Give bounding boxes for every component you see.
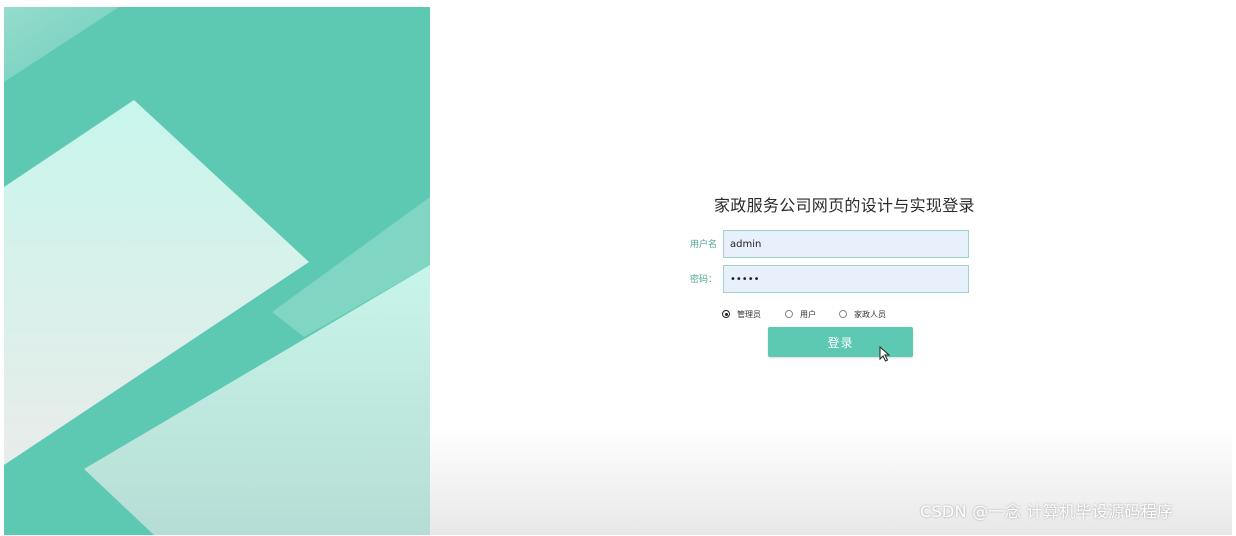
- username-label: 用户名: [689, 240, 717, 250]
- role-option-housekeeper[interactable]: 家政人员: [839, 306, 886, 322]
- mouse-cursor-icon: [879, 346, 891, 362]
- radio-checked-icon[interactable]: [722, 310, 730, 318]
- username-row: 用户名: [667, 230, 969, 260]
- role-option-user[interactable]: 用户: [785, 306, 816, 322]
- password-label: 密码：: [689, 275, 717, 285]
- login-page: [4, 7, 1232, 535]
- role-option-admin[interactable]: 管理员: [722, 306, 761, 322]
- role-label-user: 用户: [800, 309, 816, 319]
- watermark-text: CSDN @一念 计算机毕设源码程序: [920, 502, 1174, 521]
- login-title: 家政服务公司网页的设计与实现登录: [714, 196, 975, 215]
- radio-unchecked-icon[interactable]: [839, 310, 847, 318]
- role-label-admin: 管理员: [737, 309, 761, 319]
- geometric-background-art: [4, 7, 430, 535]
- password-row: 密码：: [667, 265, 969, 295]
- login-button[interactable]: 登录: [768, 327, 913, 357]
- password-input[interactable]: [723, 265, 969, 293]
- role-label-housekeeper: 家政人员: [854, 309, 886, 319]
- username-input[interactable]: [723, 230, 969, 258]
- decorative-panel: [4, 7, 430, 535]
- radio-unchecked-icon[interactable]: [785, 310, 793, 318]
